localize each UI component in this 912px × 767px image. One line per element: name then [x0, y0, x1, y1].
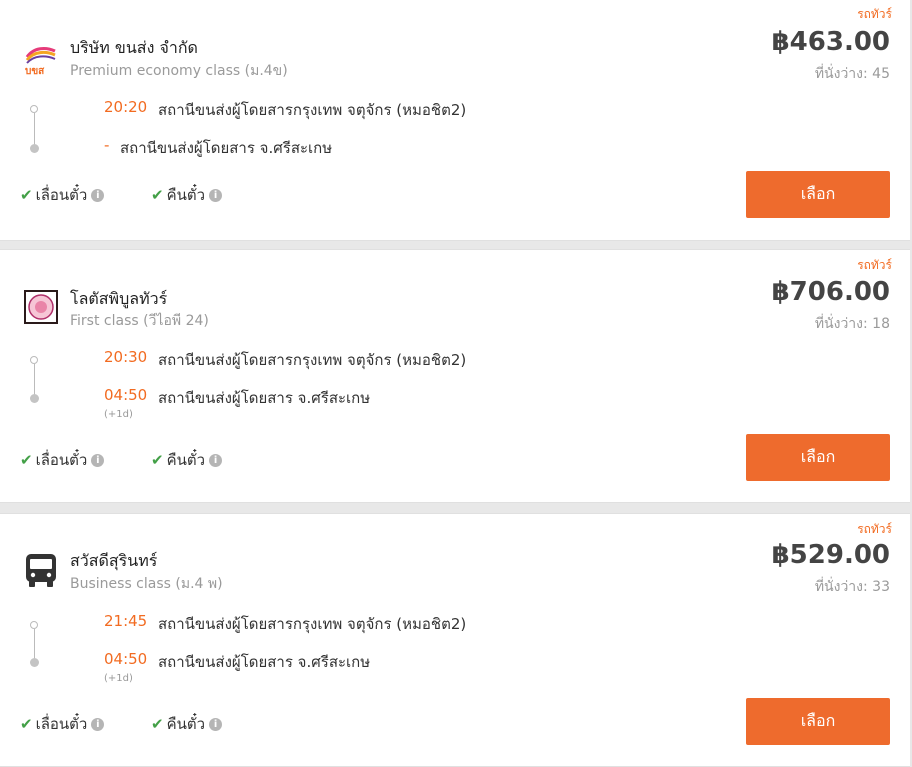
next-day-indicator: (+1d) [104, 409, 133, 420]
check-icon: ✔ [151, 186, 164, 204]
operator-logo: บขส [24, 41, 58, 77]
timeline-line [34, 629, 35, 660]
feature-reschedule-label: เลื่อนตั๋ว [35, 451, 88, 469]
info-icon[interactable]: i [91, 188, 105, 202]
info-icon[interactable]: i [91, 453, 105, 467]
lotus-logo-icon [24, 290, 58, 324]
arrival-station: สถานีขนส่งผู้โดยสาร จ.ศรีสะเกษ [158, 389, 371, 407]
bus-type-label: รถทัวร์ [857, 522, 892, 536]
timeline-line [34, 364, 35, 396]
timeline-end-dot [30, 394, 39, 403]
operator-name: สวัสดีสุรินทร์ [70, 551, 158, 570]
departure-time: 20:30 [104, 348, 148, 366]
info-icon[interactable]: i [209, 453, 223, 467]
departure-time: 21:45 [104, 612, 148, 630]
operator-logo [24, 553, 58, 587]
next-day-indicator: (+1d) [104, 673, 133, 684]
bus-class: First class (วีไอพี 24) [70, 313, 209, 329]
bus-result-card: รถทัวร์ โลตัสพิบูลทัวร์ First class (วีไ… [0, 249, 910, 503]
arrival-time: - [104, 136, 110, 154]
ticket-price: ฿706.00 [771, 277, 890, 307]
available-seats: ที่นั่งว่าง: 45 [814, 66, 890, 82]
bus-class: Business class (ม.4 พ) [70, 576, 223, 592]
departure-station: สถานีขนส่งผู้โดยสารกรุงเทพ จตุจักร (หมอช… [158, 101, 467, 119]
ticket-price: ฿529.00 [771, 540, 890, 570]
check-icon: ✔ [151, 715, 164, 733]
feature-refund: ✔ คืนตั๋ว i [151, 183, 223, 207]
bus-result-card: รถทัวร์ สวัสดีสุรินทร์ Business class (ม… [0, 513, 910, 767]
info-icon[interactable]: i [209, 188, 223, 202]
feature-reschedule: ✔ เลื่อนตั๋ว i [20, 448, 105, 472]
arrival-station: สถานีขนส่งผู้โดยสาร จ.ศรีสะเกษ [158, 653, 371, 671]
timeline-start-dot [30, 105, 38, 113]
departure-station: สถานีขนส่งผู้โดยสารกรุงเทพ จตุจักร (หมอช… [158, 615, 467, 633]
timeline-line [34, 113, 35, 145]
arrival-time: 04:50 [104, 650, 148, 668]
select-button[interactable]: เลือก [746, 434, 890, 481]
feature-refund-label: คืนตั๋ว [166, 451, 206, 469]
timeline-end-dot [30, 658, 39, 667]
svg-text:บขส: บขส [25, 66, 45, 75]
check-icon: ✔ [20, 715, 33, 733]
timeline-start-dot [30, 621, 38, 629]
bus-icon [26, 554, 56, 587]
bus-result-card: รถทัวร์ บขส บริษัท ขนส่ง จำกัด Premium e… [0, 0, 910, 241]
timeline-end-dot [30, 144, 39, 153]
info-icon[interactable]: i [209, 717, 223, 731]
operator-name: บริษัท ขนส่ง จำกัด [70, 38, 198, 57]
feature-refund-label: คืนตั๋ว [166, 186, 206, 204]
ticket-price: ฿463.00 [771, 27, 890, 57]
feature-reschedule: ✔ เลื่อนตั๋ว i [20, 712, 105, 736]
arrival-time: 04:50 [104, 386, 148, 404]
feature-refund: ✔ คืนตั๋ว i [151, 448, 223, 472]
bus-type-label: รถทัวร์ [857, 258, 892, 272]
feature-reschedule-label: เลื่อนตั๋ว [35, 186, 88, 204]
departure-time: 20:20 [104, 98, 148, 116]
check-icon: ✔ [20, 186, 33, 204]
select-button[interactable]: เลือก [746, 171, 890, 218]
feature-reschedule-label: เลื่อนตั๋ว [35, 715, 88, 733]
check-icon: ✔ [20, 451, 33, 469]
available-seats: ที่นั่งว่าง: 33 [814, 579, 890, 595]
arrival-station: สถานีขนส่งผู้โดยสาร จ.ศรีสะเกษ [120, 139, 333, 157]
info-icon[interactable]: i [91, 717, 105, 731]
check-icon: ✔ [151, 451, 164, 469]
bus-class: Premium economy class (ม.4ข) [70, 63, 288, 79]
bks-logo-icon: บขส [25, 47, 56, 77]
select-button[interactable]: เลือก [746, 698, 890, 745]
feature-reschedule: ✔ เลื่อนตั๋ว i [20, 183, 105, 207]
timeline-start-dot [30, 356, 38, 364]
operator-name: โลตัสพิบูลทัวร์ [70, 289, 168, 308]
feature-refund: ✔ คืนตั๋ว i [151, 712, 223, 736]
operator-logo [24, 290, 58, 324]
available-seats: ที่นั่งว่าง: 18 [814, 316, 890, 332]
bus-type-label: รถทัวร์ [857, 7, 892, 21]
feature-refund-label: คืนตั๋ว [166, 715, 206, 733]
departure-station: สถานีขนส่งผู้โดยสารกรุงเทพ จตุจักร (หมอช… [158, 351, 467, 369]
